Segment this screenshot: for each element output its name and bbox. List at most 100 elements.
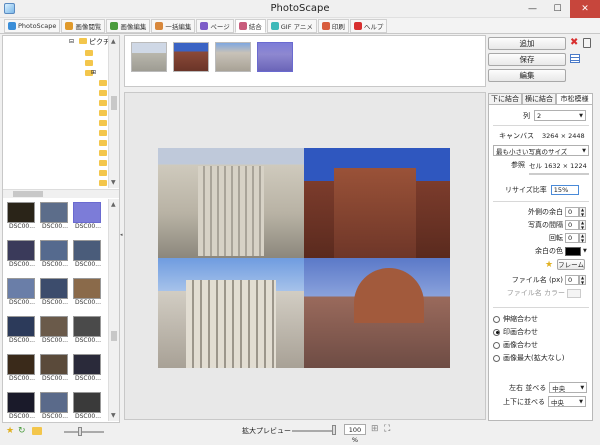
folder-icon[interactable] <box>99 150 107 158</box>
folder-icon[interactable] <box>99 110 107 118</box>
folder-icon[interactable] <box>99 80 107 88</box>
tab-0[interactable]: PhotoScape <box>4 18 61 33</box>
folder-icon[interactable] <box>99 130 107 138</box>
tree-scrollbar[interactable]: ▲ ▼ <box>108 36 119 188</box>
folder-open-icon[interactable] <box>32 427 42 435</box>
list-icon[interactable] <box>570 54 580 63</box>
radio-button[interactable] <box>493 354 500 362</box>
thumbnail-scrollbar[interactable]: ▲ ▼ <box>108 199 119 421</box>
frame-button[interactable]: フレーム <box>557 259 586 270</box>
folder-icon[interactable] <box>99 120 107 128</box>
fit-option[interactable]: 印画合わせ <box>493 327 538 337</box>
thumbnail-label: DSC00... <box>42 261 68 268</box>
folder-icon[interactable] <box>99 140 107 148</box>
rotate-input[interactable]: 0 <box>565 233 579 243</box>
tab-1[interactable]: 画像閲覧 <box>61 18 106 33</box>
thumbnail-item[interactable]: DSC00... <box>40 202 70 230</box>
tab-6[interactable]: GIF アニメ <box>266 18 317 33</box>
thumbnail-item[interactable]: DSC00... <box>7 240 37 268</box>
tab-4[interactable]: ページ <box>196 18 234 33</box>
thumb-size-handle[interactable] <box>78 427 82 436</box>
trash-icon[interactable] <box>583 38 591 48</box>
spacing-input[interactable]: 0 <box>565 220 579 230</box>
close-window-button[interactable]: ✕ <box>570 0 600 18</box>
zoom-slider[interactable] <box>292 430 336 432</box>
size-mode-select[interactable]: 最も小さい写真のサイズ ▼ <box>493 145 589 156</box>
thumbnail-item[interactable]: DSC00... <box>73 202 103 230</box>
tree-expander-icon[interactable]: ⊟ <box>69 38 74 45</box>
thumbnail-item[interactable]: DSC00... <box>7 392 37 420</box>
thumbnail-image <box>73 278 101 299</box>
thumbnail-item[interactable]: DSC00... <box>40 278 70 306</box>
tree-hscrollbar[interactable] <box>3 189 119 198</box>
resize-ratio-input[interactable]: 15% <box>550 185 579 195</box>
folder-icon[interactable] <box>99 100 107 108</box>
zoom-value[interactable]: 100 % <box>344 424 366 444</box>
save-button[interactable]: 保存 <box>488 53 566 66</box>
thumbnail-item[interactable]: DSC00... <box>7 354 37 382</box>
remove-icon[interactable]: ✖ <box>570 37 578 48</box>
folder-icon[interactable] <box>85 60 93 68</box>
reference-slider[interactable] <box>529 173 589 175</box>
filename-size-stepper[interactable]: ▲ ▼ <box>579 275 586 285</box>
folder-icon[interactable] <box>99 90 107 98</box>
fit-option[interactable]: 画像合わせ <box>493 340 538 350</box>
zoom-slider-handle[interactable] <box>332 425 336 435</box>
columns-select[interactable]: 2 ▼ <box>534 110 586 121</box>
folder-tree[interactable]: ⊟ ピクチ ⊞ <box>3 36 119 188</box>
radio-button[interactable] <box>493 315 500 323</box>
fit-option[interactable]: 画像最大(拡大なし) <box>493 353 564 363</box>
edit-button[interactable]: 編集 <box>488 69 566 82</box>
chevron-down-icon[interactable]: ▼ <box>583 248 587 254</box>
tab-7[interactable]: 印刷 <box>317 18 349 33</box>
tab-3[interactable]: 一括編集 <box>151 18 196 33</box>
radio-button[interactable] <box>493 341 500 349</box>
tab-8[interactable]: ヘルプ <box>349 18 388 33</box>
spacing-stepper[interactable]: ▲ ▼ <box>579 220 586 230</box>
tab-label: 印刷 <box>331 22 345 31</box>
margin-color-swatch[interactable] <box>565 246 581 256</box>
halign-select[interactable]: 中央 ▼ <box>549 382 588 393</box>
thumbnail-item[interactable]: DSC00... <box>73 392 103 420</box>
minimize-button[interactable]: — <box>520 0 545 18</box>
valign-select[interactable]: 中央 ▼ <box>548 396 586 407</box>
folder-icon[interactable] <box>85 50 93 58</box>
thumb-size-slider[interactable] <box>64 431 104 433</box>
thumbnail-item[interactable]: DSC00... <box>73 316 103 344</box>
thumbnail-item[interactable]: DSC00... <box>73 278 103 306</box>
refresh-icon[interactable]: ↻ <box>18 426 26 436</box>
thumbnail-item[interactable]: DSC00... <box>40 316 70 344</box>
thumbnail-item[interactable]: DSC00... <box>73 354 103 382</box>
tab-2[interactable]: 画像編集 <box>106 18 151 33</box>
thumbnail-item[interactable]: DSC00... <box>40 392 70 420</box>
strip-thumb-2[interactable] <box>173 42 209 72</box>
strip-thumb-3[interactable] <box>215 42 251 72</box>
thumbnail-item[interactable]: DSC00... <box>7 278 37 306</box>
fit-option[interactable]: 伸縮合わせ <box>493 314 538 324</box>
thumbnail-item[interactable]: DSC00... <box>73 240 103 268</box>
rotate-stepper[interactable]: ▲ ▼ <box>579 233 586 243</box>
outer-margin-stepper[interactable]: ▲ ▼ <box>579 207 586 217</box>
tree-root-label[interactable]: ピクチ <box>89 37 110 47</box>
thumbnail-item[interactable]: DSC00... <box>7 202 37 230</box>
strip-thumb-1[interactable] <box>131 42 167 72</box>
radio-button[interactable] <box>493 328 500 336</box>
tab-5[interactable]: 結合 <box>234 18 266 33</box>
folder-icon[interactable] <box>99 160 107 168</box>
tree-expander-icon[interactable]: ⊞ <box>91 69 96 76</box>
thumbnail-item[interactable]: DSC00... <box>40 354 70 382</box>
maximize-button[interactable]: ☐ <box>545 0 570 18</box>
fullscreen-icon[interactable]: ⛶ <box>384 424 390 434</box>
thumbnail-item[interactable]: DSC00... <box>40 240 70 268</box>
outer-margin-input[interactable]: 0 <box>565 207 579 217</box>
folder-icon[interactable] <box>99 170 107 178</box>
thumbnail-label: DSC00... <box>75 337 101 344</box>
strip-thumb-4-selected[interactable] <box>257 42 293 72</box>
filename-size-input[interactable]: 0 <box>565 275 579 285</box>
thumbnail-item[interactable]: DSC00... <box>7 316 37 344</box>
fit-icon[interactable]: ⊞ <box>371 424 379 434</box>
add-button[interactable]: 追加 <box>488 37 566 50</box>
filename-color-swatch[interactable] <box>567 288 581 298</box>
folder-icon[interactable] <box>99 180 107 188</box>
star-icon[interactable]: ★ <box>6 426 14 436</box>
